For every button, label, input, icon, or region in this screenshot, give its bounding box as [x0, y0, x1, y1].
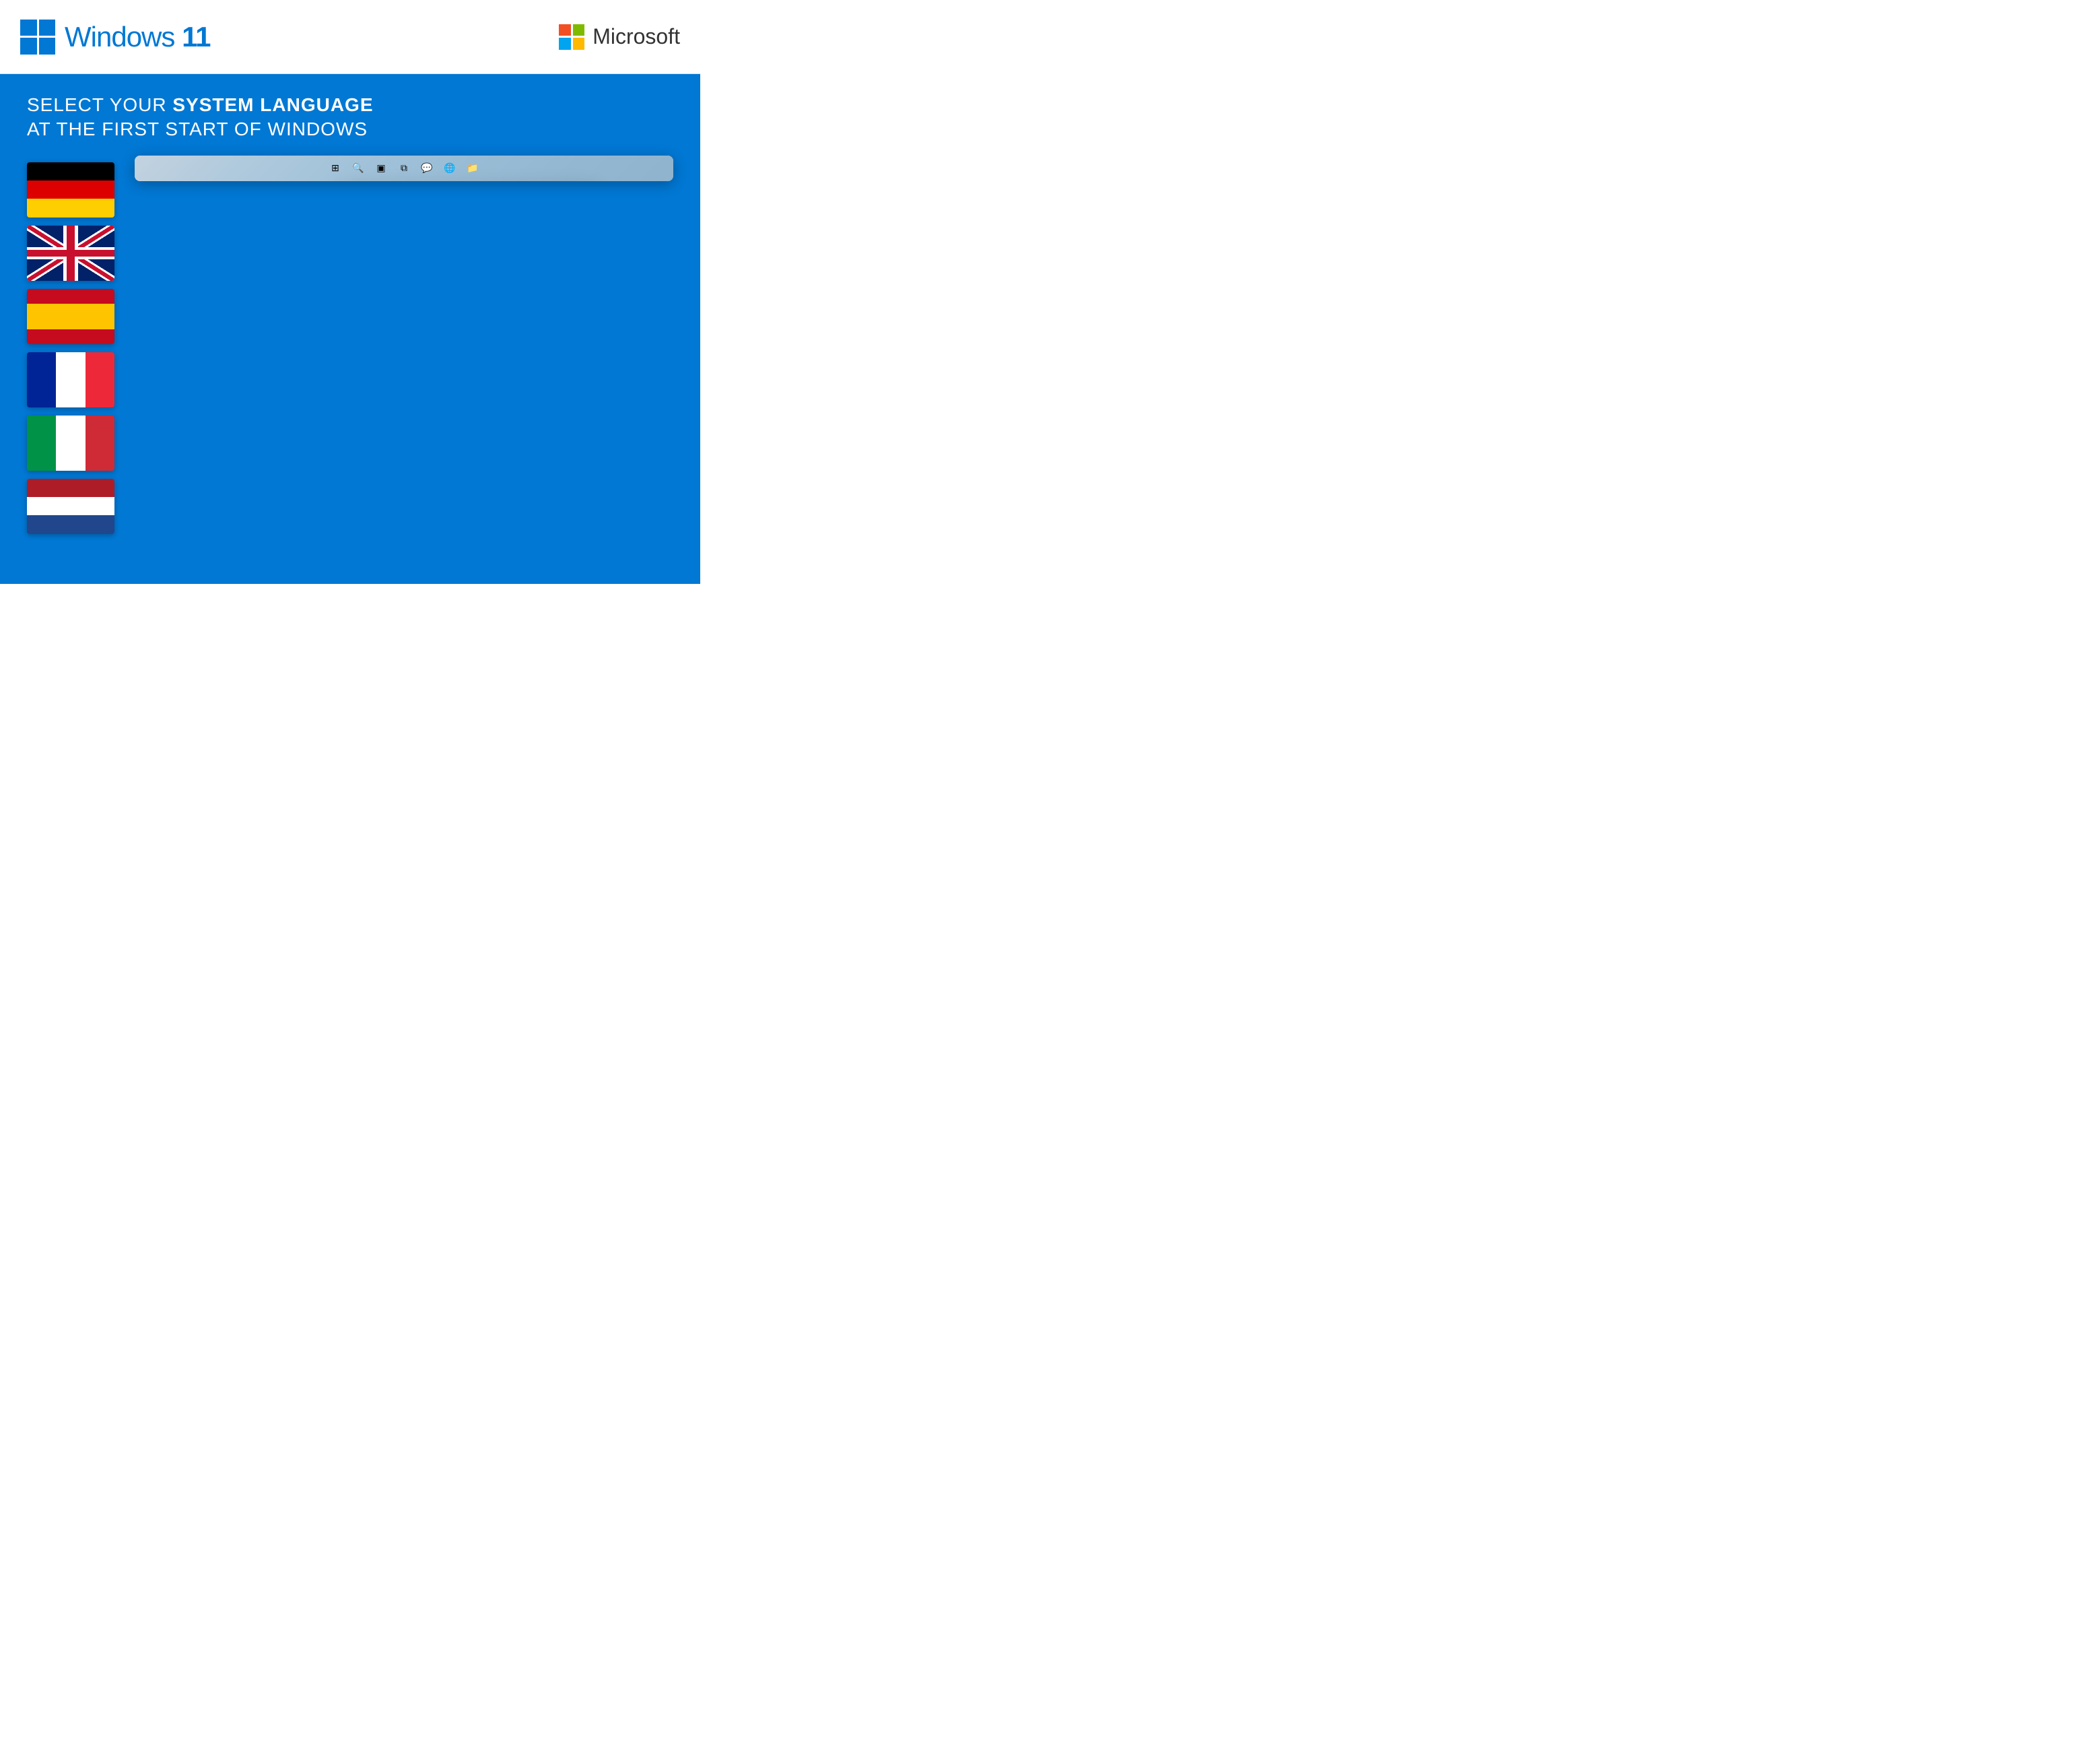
desktop-swirl-icon: [303, 156, 673, 181]
blue-section: SELECT YOUR SYSTEM LANGUAGE AT THE FIRST…: [0, 74, 700, 584]
flags-column: [27, 162, 114, 534]
header: Windows 11 Microsoft: [0, 0, 700, 74]
microsoft-title: Microsoft: [592, 24, 680, 49]
headline-line1: SELECT YOUR SYSTEM LANGUAGE: [27, 93, 673, 117]
win11-desktop: 🔍 Type here to search Pinned All apps ›: [135, 156, 673, 181]
desktop-background: [135, 156, 673, 181]
headline-line2: AT THE FIRST START OF WINDOWS: [27, 117, 673, 141]
flag-french[interactable]: [27, 352, 114, 407]
windows-title: Windows 11: [65, 21, 210, 53]
windows-logo-icon: [20, 20, 55, 55]
flag-german[interactable]: [27, 162, 114, 218]
windows-logo-area: Windows 11: [20, 20, 210, 55]
windows11-screenshot: 🔍 Type here to search Pinned All apps ›: [135, 156, 673, 181]
flag-uk[interactable]: [27, 226, 114, 281]
microsoft-logo-area: Microsoft: [559, 24, 680, 50]
flag-italian[interactable]: [27, 416, 114, 471]
flag-spanish[interactable]: [27, 289, 114, 344]
microsoft-logo-icon: [559, 24, 584, 50]
content-area: 🔍 Type here to search Pinned All apps ›: [0, 142, 700, 584]
flag-dutch[interactable]: [27, 479, 114, 534]
headline: SELECT YOUR SYSTEM LANGUAGE AT THE FIRST…: [0, 74, 700, 142]
